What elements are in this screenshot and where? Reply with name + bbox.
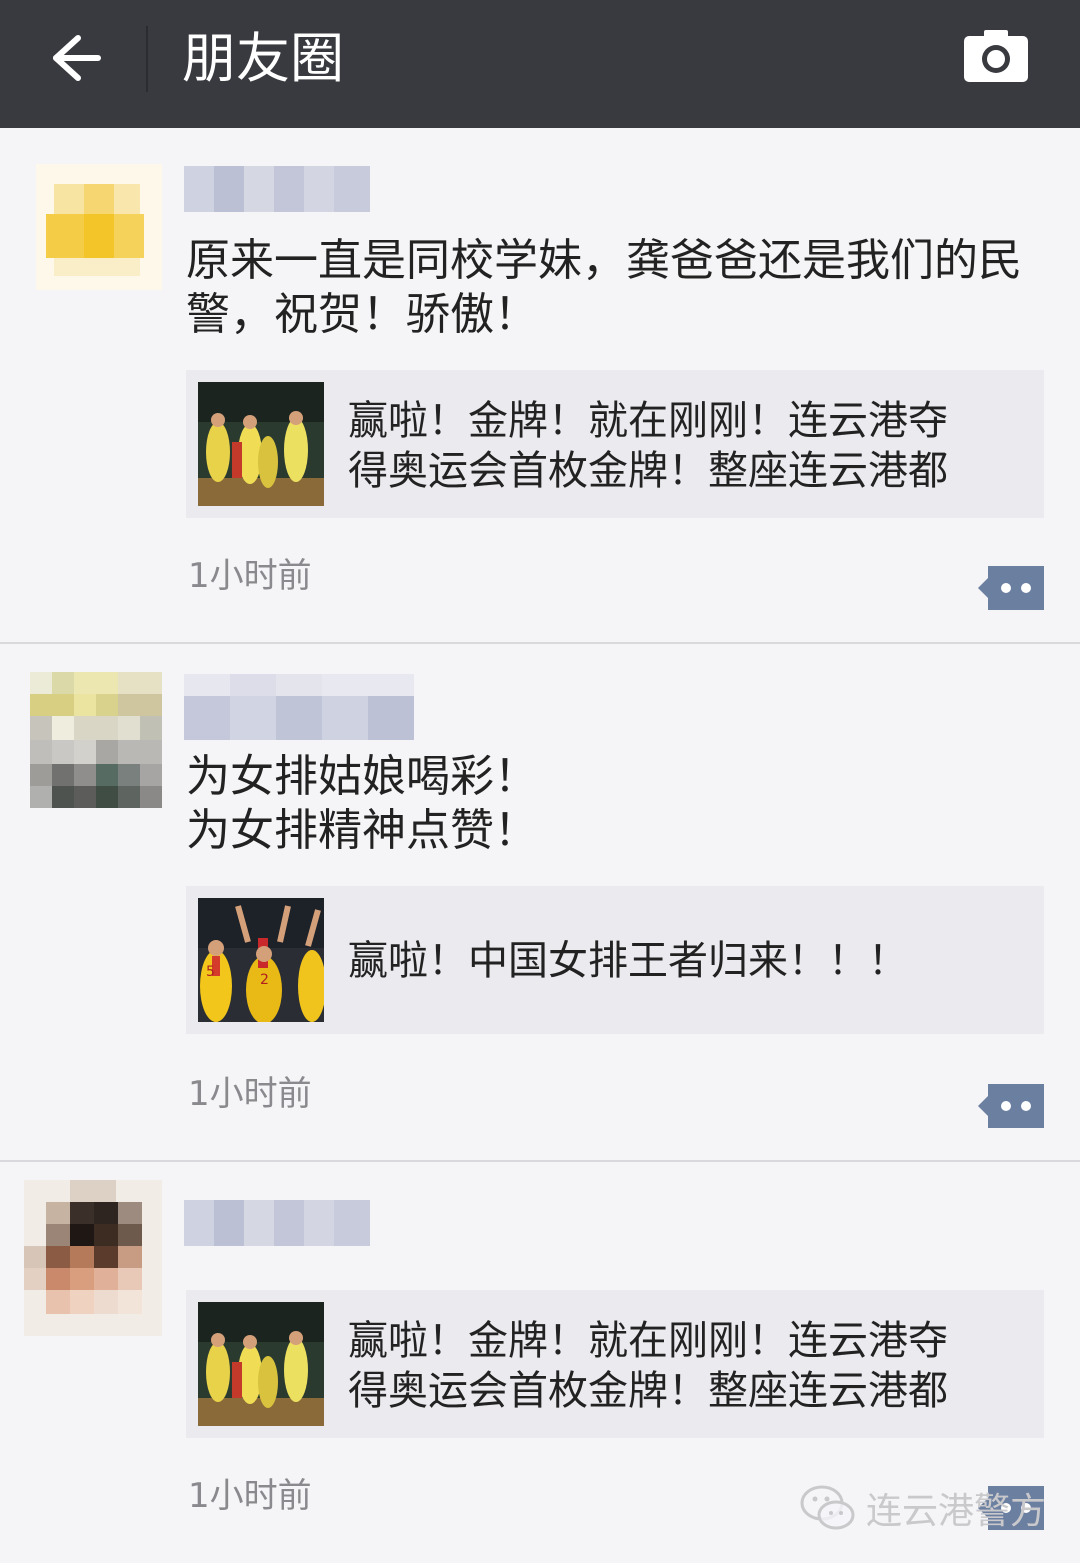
page-title: 朋友圈	[182, 27, 344, 90]
post-time: 1小时前	[188, 1074, 312, 1114]
wechat-icon	[800, 1485, 855, 1530]
username-redacted[interactable]	[184, 166, 370, 212]
avatar[interactable]	[30, 672, 162, 808]
shared-link-card[interactable]: 5 2 赢啦！中国女排王者归来！！！	[186, 886, 1044, 1034]
post-time: 1小时前	[188, 1476, 312, 1516]
username-redacted[interactable]	[184, 1200, 370, 1246]
source-watermark: 连云港警方	[800, 1480, 1046, 1536]
avatar[interactable]	[36, 164, 162, 290]
shared-link-card[interactable]: 赢啦！金牌！就在刚刚！连云港夺 得奥运会首枚金牌！整座连云港都	[186, 370, 1044, 518]
article-thumbnail: 5 2	[198, 898, 324, 1022]
top-bar: 朋友圈	[0, 0, 1080, 128]
shared-link-card[interactable]: 赢啦！金牌！就在刚刚！连云港夺 得奥运会首枚金牌！整座连云港都	[186, 1290, 1044, 1438]
comment-more-icon[interactable]	[978, 566, 1044, 610]
watermark-text: 连云港警方	[866, 1491, 1047, 1532]
article-thumbnail	[198, 1302, 324, 1426]
avatar[interactable]	[24, 1180, 162, 1336]
svg-text:5: 5	[206, 964, 215, 980]
moment-post: 原来一直是同校学妹，龚爸爸还是我们的民 警，祝贺！骄傲！ 赢啦！金牌！就在刚刚！…	[0, 128, 1080, 644]
comment-more-icon[interactable]	[978, 1084, 1044, 1128]
back-arrow-icon[interactable]	[44, 28, 104, 88]
camera-icon[interactable]	[962, 28, 1030, 84]
post-time: 1小时前	[188, 556, 312, 596]
post-text: 为女排姑娘喝彩！ 为女排精神点赞！	[186, 751, 538, 856]
card-title: 赢啦！中国女排王者归来！！！	[348, 938, 908, 984]
article-thumbnail	[198, 382, 324, 506]
moment-post: 为女排姑娘喝彩！ 为女排精神点赞！ 5 2 赢啦！中国女排王者归来！！！ 1小时…	[0, 644, 1080, 1162]
username-redacted[interactable]	[184, 674, 414, 740]
header-divider	[146, 26, 148, 92]
svg-text:2: 2	[260, 972, 269, 988]
card-title: 赢啦！金牌！就在刚刚！连云港夺 得奥运会首枚金牌！整座连云港都	[348, 398, 948, 494]
post-text: 原来一直是同校学妹，龚爸爸还是我们的民 警，祝贺！骄傲！	[186, 235, 1022, 340]
card-title: 赢啦！金牌！就在刚刚！连云港夺 得奥运会首枚金牌！整座连云港都	[348, 1318, 948, 1414]
